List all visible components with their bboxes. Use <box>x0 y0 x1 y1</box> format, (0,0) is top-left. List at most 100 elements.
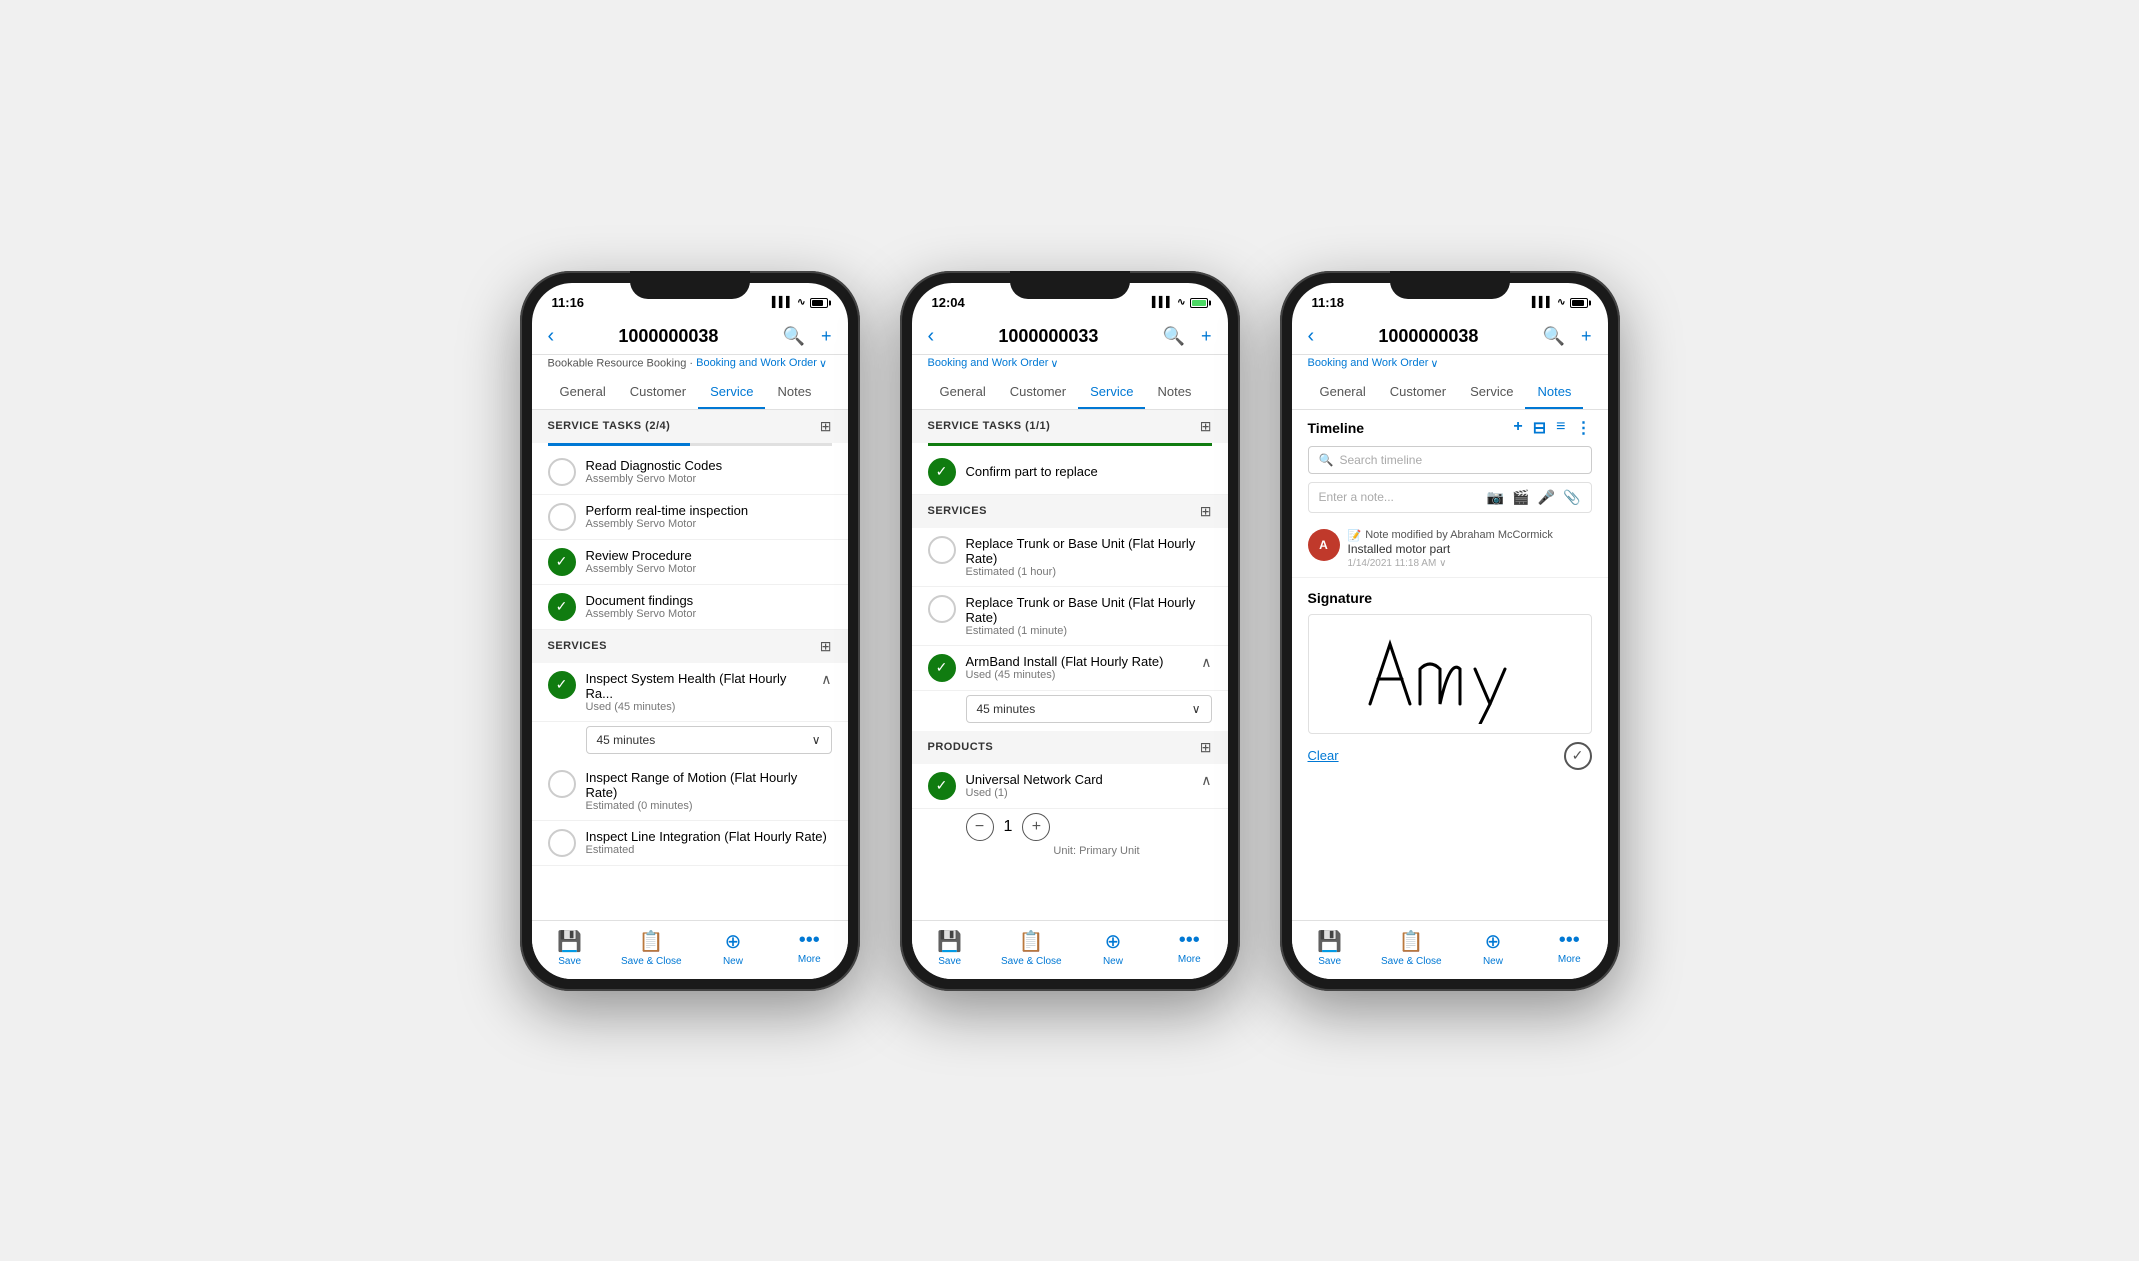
duration-select-1[interactable]: 45 minutes ∨ <box>586 726 832 754</box>
duration-select-2[interactable]: 45 minutes ∨ <box>966 695 1212 723</box>
tab-customer-3[interactable]: Customer <box>1378 376 1458 409</box>
task-item-1-2: Perform real-time inspection Assembly Se… <box>532 495 848 540</box>
bottom-bar-2: 💾 Save 📋 Save & Close ⊕ New ••• More <box>912 920 1228 979</box>
expand-icon-2-3[interactable]: ∧ <box>1201 654 1211 671</box>
subtitle2-2[interactable]: Booking and Work Order ∨ <box>928 357 1059 370</box>
duration-chevron-1: ∨ <box>812 733 821 747</box>
more-button-3[interactable]: ••• More <box>1544 929 1594 967</box>
timeline-search[interactable]: 🔍 Search timeline <box>1308 446 1592 474</box>
save-icon-1: 💾 <box>557 929 582 954</box>
service-content-2-1: Replace Trunk or Base Unit (Flat Hourly … <box>966 536 1212 578</box>
scroll-area-2: SERVICE TASKS (1/1) ⊞ ✓ Confirm part to … <box>912 410 1228 920</box>
service-check-2-1[interactable] <box>928 536 956 564</box>
expand-note-icon[interactable]: ∨ <box>1439 558 1446 569</box>
note-input-field[interactable]: Enter a note... 📷 🎬 🎤 📎 <box>1308 482 1592 513</box>
task-check-1-2[interactable] <box>548 503 576 531</box>
clear-button[interactable]: Clear <box>1308 748 1339 763</box>
section-grid-icon-2[interactable]: ⊞ <box>1200 418 1212 435</box>
dropdown-icon-3: ∨ <box>1430 357 1438 370</box>
task-check-1-4[interactable]: ✓ <box>548 593 576 621</box>
phone-1: 11:16 ▌▌▌ ∿ ‹ 1000000038 🔍 + <box>520 271 860 991</box>
subtitle2-1[interactable]: Booking and Work Order ∨ <box>696 357 827 370</box>
tab-general-1[interactable]: General <box>548 376 618 409</box>
add-button-1[interactable]: + <box>821 326 832 347</box>
video-icon[interactable]: 🎬 <box>1512 489 1529 506</box>
service-check-1-3[interactable] <box>548 829 576 857</box>
service-tasks-label-1: SERVICE TASKS (2/4) <box>548 420 671 432</box>
save-close-button-3[interactable]: 📋 Save & Close <box>1381 929 1442 967</box>
tab-notes-3[interactable]: Notes <box>1525 376 1583 409</box>
section-grid-icon-1[interactable]: ⊞ <box>820 418 832 435</box>
subtitle2-3[interactable]: Booking and Work Order ∨ <box>1308 357 1439 370</box>
tab-customer-2[interactable]: Customer <box>998 376 1078 409</box>
service-tasks-label-2: SERVICE TASKS (1/1) <box>928 420 1051 432</box>
qty-plus-2[interactable]: + <box>1022 813 1050 841</box>
services-grid-icon-2[interactable]: ⊞ <box>1200 503 1212 520</box>
wifi-icon-1: ∿ <box>797 297 805 308</box>
timeline-list-icon[interactable]: ≡ <box>1556 418 1565 438</box>
tab-service-1[interactable]: Service <box>698 376 765 409</box>
more-icon-2: ••• <box>1179 929 1200 952</box>
new-button-3[interactable]: ⊕ New <box>1468 929 1518 967</box>
search-placeholder: Search timeline <box>1339 453 1422 467</box>
tab-notes-1[interactable]: Notes <box>765 376 823 409</box>
service-check-2-2[interactable] <box>928 595 956 623</box>
services-grid-icon-1[interactable]: ⊞ <box>820 638 832 655</box>
products-label-2: PRODUCTS <box>928 741 994 753</box>
back-button-2[interactable]: ‹ <box>928 325 935 348</box>
signal-icon-2: ▌▌▌ <box>1152 297 1173 308</box>
new-button-2[interactable]: ⊕ New <box>1088 929 1138 967</box>
nav-actions-3: 🔍 + <box>1543 326 1592 347</box>
search-button-1[interactable]: 🔍 <box>783 326 805 347</box>
back-button-3[interactable]: ‹ <box>1308 325 1315 348</box>
tab-general-3[interactable]: General <box>1308 376 1378 409</box>
task-check-1-1[interactable] <box>548 458 576 486</box>
new-icon-1: ⊕ <box>725 929 742 954</box>
signature-area[interactable] <box>1308 614 1592 734</box>
camera-icon[interactable]: 📷 <box>1487 489 1504 506</box>
products-grid-icon-2[interactable]: ⊞ <box>1200 739 1212 756</box>
search-button-3[interactable]: 🔍 <box>1543 326 1565 347</box>
expand-icon-prod-1[interactable]: ∧ <box>1201 772 1211 789</box>
confirm-signature-button[interactable]: ✓ <box>1564 742 1592 770</box>
notch-2 <box>1010 271 1130 299</box>
new-button-1[interactable]: ⊕ New <box>708 929 758 967</box>
mic-icon[interactable]: 🎤 <box>1538 489 1555 506</box>
status-icons-1: ▌▌▌ ∿ <box>772 297 828 308</box>
service-item-2-2: Replace Trunk or Base Unit (Flat Hourly … <box>912 587 1228 646</box>
save-button-3[interactable]: 💾 Save <box>1305 929 1355 967</box>
page-title-2: 1000000033 <box>998 326 1098 347</box>
more-button-1[interactable]: ••• More <box>784 929 834 967</box>
add-button-2[interactable]: + <box>1201 326 1212 347</box>
service-check-1-1[interactable]: ✓ <box>548 671 576 699</box>
tab-service-2[interactable]: Service <box>1078 376 1145 409</box>
more-button-2[interactable]: ••• More <box>1164 929 1214 967</box>
signature-label: Signature <box>1308 590 1592 606</box>
add-button-3[interactable]: + <box>1581 326 1592 347</box>
tab-service-3[interactable]: Service <box>1458 376 1525 409</box>
save-button-2[interactable]: 💾 Save <box>925 929 975 967</box>
task-check-2-1[interactable]: ✓ <box>928 458 956 486</box>
tabs-3: General Customer Service Notes <box>1292 376 1608 410</box>
product-check-2-1[interactable]: ✓ <box>928 772 956 800</box>
save-button-1[interactable]: 💾 Save <box>545 929 595 967</box>
timeline-filter-icon[interactable]: ⊟ <box>1533 418 1546 438</box>
back-button-1[interactable]: ‹ <box>548 325 555 348</box>
save-close-button-1[interactable]: 📋 Save & Close <box>621 929 682 967</box>
tab-general-2[interactable]: General <box>928 376 998 409</box>
dropdown-icon-1: ∨ <box>819 357 827 370</box>
timeline-add-icon[interactable]: + <box>1513 418 1522 438</box>
attach-icon[interactable]: 📎 <box>1563 489 1580 506</box>
search-button-2[interactable]: 🔍 <box>1163 326 1185 347</box>
tab-notes-2[interactable]: Notes <box>1145 376 1203 409</box>
product-item-2-1: ✓ Universal Network Card Used (1) ∧ <box>912 764 1228 809</box>
expand-icon-1-1[interactable]: ∧ <box>821 671 831 688</box>
service-check-1-2[interactable] <box>548 770 576 798</box>
qty-minus-2[interactable]: − <box>966 813 994 841</box>
save-close-button-2[interactable]: 📋 Save & Close <box>1001 929 1062 967</box>
timeline-more-icon[interactable]: ⋮ <box>1576 418 1592 438</box>
signature-svg <box>1350 624 1550 724</box>
service-check-2-3[interactable]: ✓ <box>928 654 956 682</box>
tab-customer-1[interactable]: Customer <box>618 376 698 409</box>
task-check-1-3[interactable]: ✓ <box>548 548 576 576</box>
